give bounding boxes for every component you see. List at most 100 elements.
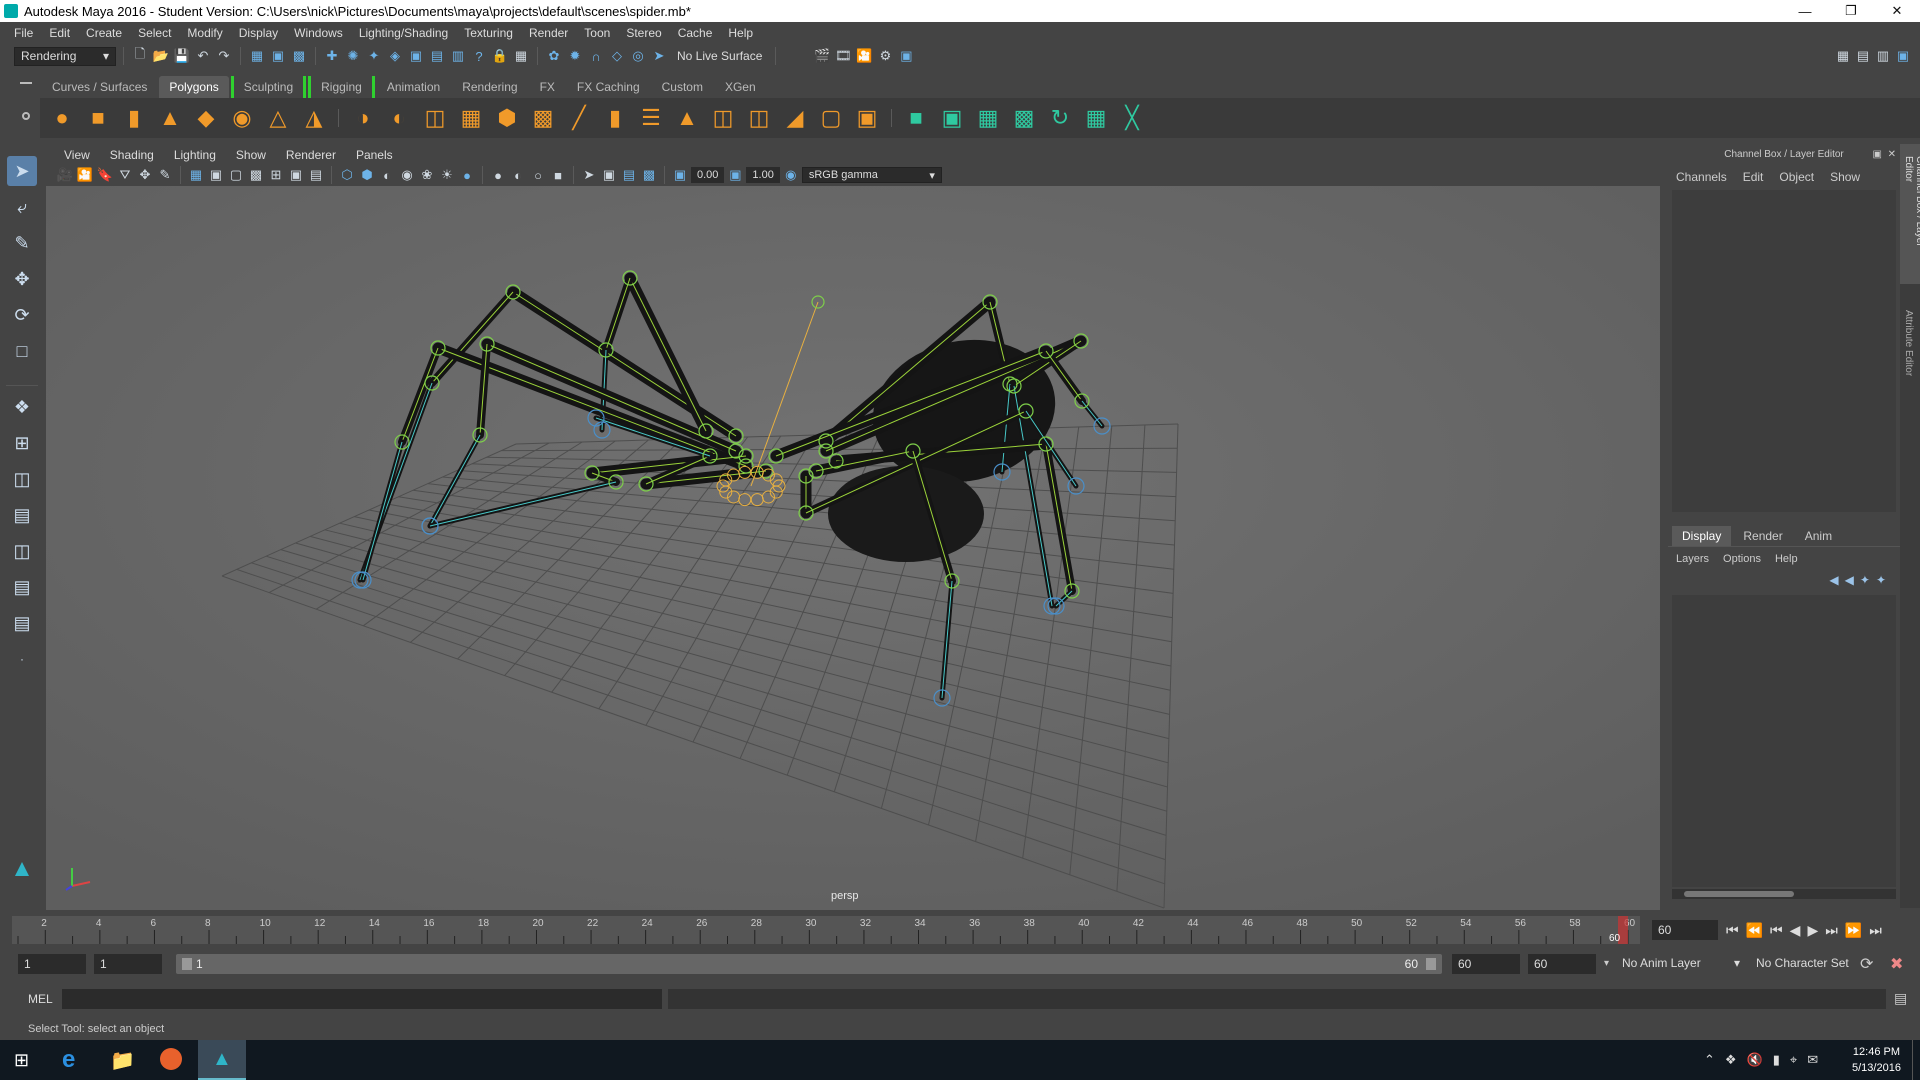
menu-toon[interactable]: Toon: [576, 26, 618, 40]
poly-sphere-icon[interactable]: ●: [46, 102, 78, 134]
new-layer-selected-icon[interactable]: ✦: [1876, 573, 1886, 587]
select-hierarchy-icon[interactable]: ▦: [248, 47, 266, 65]
restore-button[interactable]: ❐: [1828, 0, 1874, 22]
select-camera-icon[interactable]: 🎥: [56, 166, 74, 184]
tab-rigging[interactable]: Rigging: [308, 76, 375, 98]
layout-expand-icon[interactable]: ·: [7, 644, 37, 674]
command-input[interactable]: [62, 989, 662, 1009]
show-desktop-button[interactable]: [1912, 1040, 1918, 1080]
time-ruler[interactable]: 2 4 6 8 10 12 14 16 18 20 22 24 26 28 30 32 34 36 38 40 42 44…: [12, 912, 1652, 946]
minimize-button[interactable]: —: [1782, 0, 1828, 22]
render-frame-icon[interactable]: 🎞: [834, 47, 852, 65]
snap-curve-icon[interactable]: ✺: [344, 47, 362, 65]
insert-edge-loop-icon[interactable]: ◫: [707, 102, 739, 134]
shelf-settings-icon[interactable]: [22, 112, 30, 120]
gamma-field[interactable]: 1.00: [746, 167, 780, 183]
tab-rendering[interactable]: Rendering: [452, 76, 527, 98]
anim-preferences-icon[interactable]: ✖: [1890, 954, 1903, 974]
float-panel-icon[interactable]: ▣: [1873, 149, 1882, 160]
automatic-mapping-icon[interactable]: ↻: [1044, 102, 1076, 134]
bridge-icon[interactable]: ╱: [563, 102, 595, 134]
exposure-field[interactable]: 0.00: [691, 167, 725, 183]
layer-list[interactable]: [1672, 595, 1896, 887]
combine-icon[interactable]: ◑: [347, 102, 379, 134]
persp-graph-layout-icon[interactable]: ▤: [7, 500, 37, 530]
range-end-handle[interactable]: [1426, 958, 1436, 970]
tab-sculpting[interactable]: Sculpting: [230, 76, 307, 98]
step-back-frame-icon[interactable]: ⏮: [1770, 922, 1783, 939]
xray-icon[interactable]: ➤: [580, 166, 598, 184]
append-polygon-icon[interactable]: ◢: [779, 102, 811, 134]
exposure-icon[interactable]: ▣: [671, 166, 689, 184]
xray-active-icon[interactable]: ▣: [600, 166, 618, 184]
menuset-dropdown[interactable]: Rendering ▾: [14, 46, 116, 66]
layer-menu-options[interactable]: Options: [1723, 553, 1761, 565]
menu-display[interactable]: Display: [231, 26, 286, 40]
input-ops-icon[interactable]: ▥: [449, 47, 467, 65]
planar-mapping-icon[interactable]: ▣: [936, 102, 968, 134]
vp-menu-show[interactable]: Show: [226, 148, 276, 162]
playback-start-field[interactable]: 1: [94, 954, 162, 974]
snap-grid-icon[interactable]: ✚: [323, 47, 341, 65]
go-to-start-icon[interactable]: ⏮: [1726, 922, 1739, 939]
menu-texturing[interactable]: Texturing: [456, 26, 521, 40]
transform-constraint-icon[interactable]: ✿: [545, 47, 563, 65]
bevel-icon[interactable]: ▮: [599, 102, 631, 134]
redo-icon[interactable]: ↷: [215, 47, 233, 65]
snap-live-icon[interactable]: ▣: [407, 47, 425, 65]
safe-action-icon[interactable]: ▣: [287, 166, 305, 184]
snap-view-plane-icon[interactable]: ◈: [386, 47, 404, 65]
hypershade-layout-icon[interactable]: ◫: [7, 536, 37, 566]
menu-select[interactable]: Select: [130, 26, 179, 40]
range-slider[interactable]: 1 60: [176, 954, 1442, 974]
outliner-layout-icon[interactable]: ▤: [7, 572, 37, 602]
menu-create[interactable]: Create: [78, 26, 130, 40]
menu-windows[interactable]: Windows: [286, 26, 351, 40]
tab-xgen[interactable]: XGen: [715, 76, 766, 98]
poly-cube-icon[interactable]: ■: [82, 102, 114, 134]
make-live-icon[interactable]: ◎: [629, 47, 647, 65]
tab-animation[interactable]: Animation: [377, 76, 450, 98]
battery-icon[interactable]: ▮: [1773, 1052, 1780, 1068]
layer-scrollbar[interactable]: [1672, 889, 1896, 899]
menu-edit[interactable]: Edit: [41, 26, 78, 40]
select-tool-icon[interactable]: ➤: [7, 156, 37, 186]
select-object-icon[interactable]: ▣: [269, 47, 287, 65]
render-settings-icon[interactable]: ⚙: [876, 47, 894, 65]
scale-tool-icon[interactable]: □: [7, 336, 37, 366]
spider-cephalothorax[interactable]: [828, 466, 984, 562]
persp-outliner-layout-icon[interactable]: ◫: [7, 464, 37, 494]
system-clock[interactable]: 12:46 PM 5/13/2016: [1852, 1044, 1901, 1076]
lasso-tool-icon[interactable]: ⤶: [7, 192, 37, 222]
notifications-icon[interactable]: ✉: [1807, 1052, 1818, 1068]
xray-joints-icon[interactable]: ▤: [620, 166, 638, 184]
magnet-icon[interactable]: ∩: [587, 47, 605, 65]
play-forwards-icon[interactable]: ▶: [1807, 922, 1818, 939]
depth-of-field-icon[interactable]: ○: [529, 166, 547, 184]
render-view-icon[interactable]: 🎬: [813, 47, 831, 65]
move-tool-icon[interactable]: ✥: [7, 264, 37, 294]
poly-plane-icon[interactable]: ◆: [190, 102, 222, 134]
menu-file[interactable]: File: [6, 26, 41, 40]
new-layer-icon[interactable]: ✦: [1860, 573, 1870, 587]
play-backwards-icon[interactable]: ◀: [1790, 922, 1801, 939]
playback-end-field[interactable]: 60: [1452, 954, 1520, 974]
four-view-layout-icon[interactable]: ⊞: [7, 428, 37, 458]
end-time-field[interactable]: 60: [1528, 954, 1596, 974]
bookmark-icon[interactable]: 🔖: [96, 166, 114, 184]
poly-cylinder-icon[interactable]: ▮: [118, 102, 150, 134]
checker-map-icon[interactable]: ▦: [1080, 102, 1112, 134]
snap-together-icon[interactable]: ✹: [566, 47, 584, 65]
single-perspective-layout-icon[interactable]: ❖: [7, 392, 37, 422]
poly-cone-icon[interactable]: ▲: [154, 102, 186, 134]
close-button[interactable]: ✕: [1874, 0, 1920, 22]
uv-editor-icon[interactable]: ■: [900, 102, 932, 134]
channel-list[interactable]: [1672, 190, 1896, 512]
vp-menu-view[interactable]: View: [54, 148, 100, 162]
firefox-icon[interactable]: [160, 1048, 182, 1070]
unfold-uv-icon[interactable]: ╳: [1116, 102, 1148, 134]
history-icon[interactable]: ▤: [428, 47, 446, 65]
close-icon[interactable]: ✕: [1888, 149, 1896, 160]
step-back-key-icon[interactable]: ⏪: [1746, 922, 1763, 939]
wireframe-icon[interactable]: ⬡: [338, 166, 356, 184]
